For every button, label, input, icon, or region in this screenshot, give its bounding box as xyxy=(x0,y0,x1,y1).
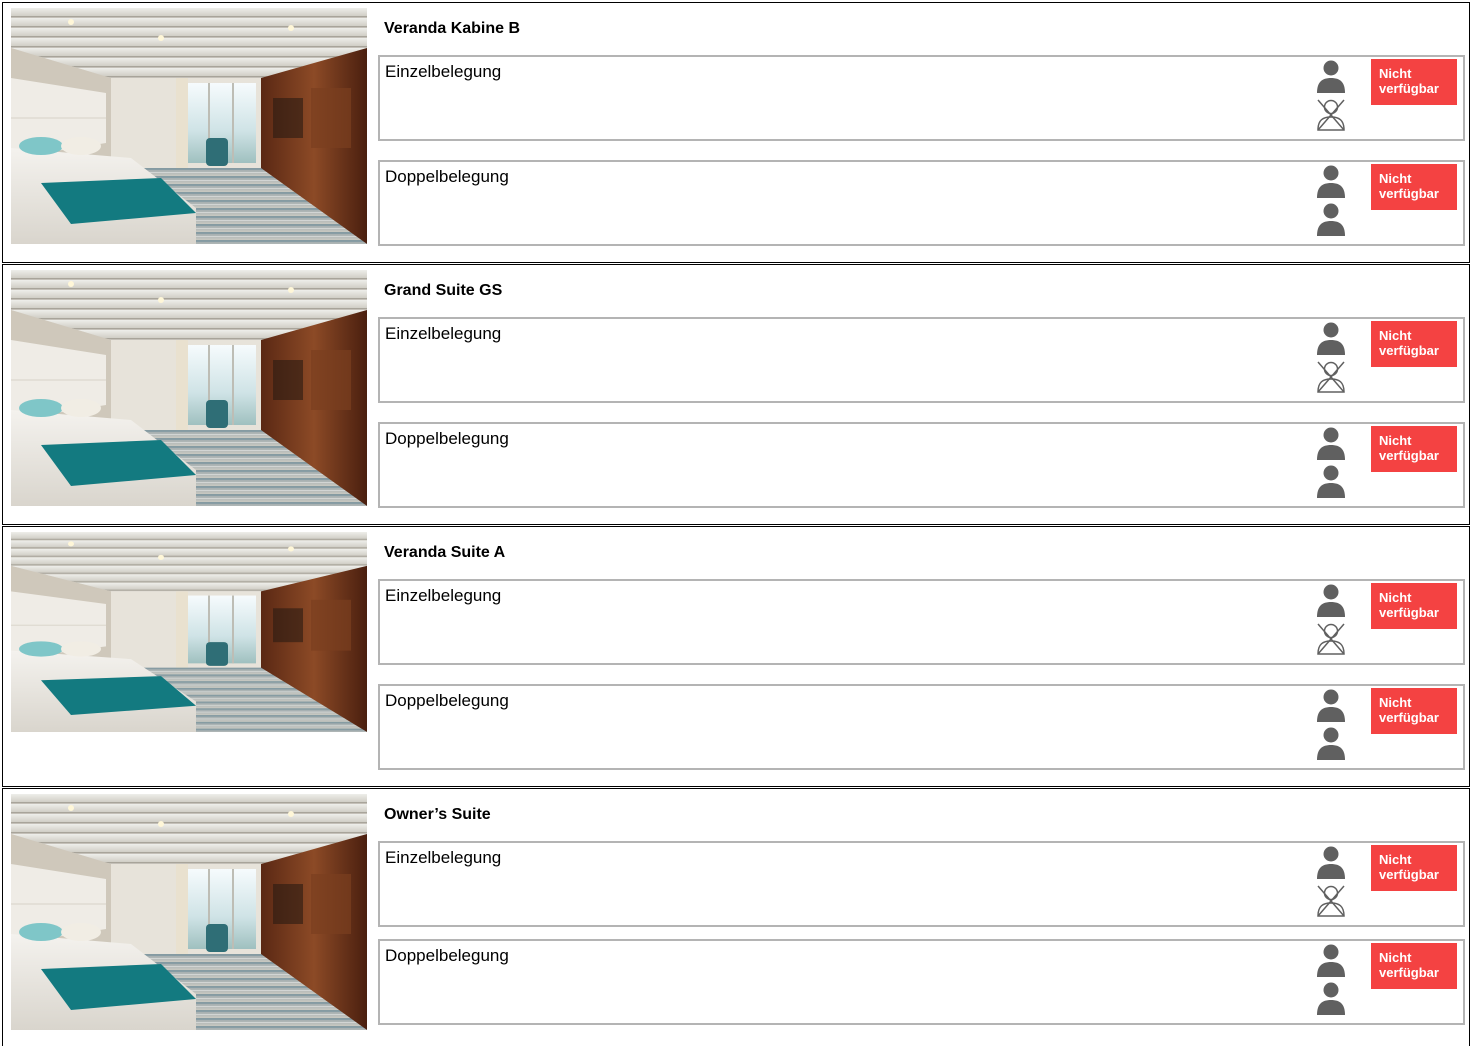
cabin-card: Owner’s Suite Einzelbelegung Nicht verfü… xyxy=(2,788,1470,1046)
cabin-card: Veranda Kabine B Einzelbelegung Nicht ve… xyxy=(2,2,1470,263)
cabin-photo[interactable] xyxy=(11,794,367,1030)
person-icon xyxy=(1316,427,1346,461)
status-badge: Nicht verfügbar xyxy=(1371,688,1457,734)
cabin-title: Veranda Suite A xyxy=(384,544,506,561)
status-badge: Nicht verfügbar xyxy=(1371,59,1457,105)
person-icon xyxy=(1316,727,1346,761)
occupancy-label: Einzelbelegung xyxy=(385,586,502,605)
occupancy-option-single[interactable]: Einzelbelegung Nicht verfügbar xyxy=(378,579,1465,665)
person-icon xyxy=(1316,60,1346,94)
cabin-card: Veranda Suite A Einzelbelegung Nicht ver… xyxy=(2,526,1470,787)
occupancy-label: Einzelbelegung xyxy=(385,324,502,343)
cabin-photo[interactable] xyxy=(11,270,367,506)
cabin-photo[interactable] xyxy=(11,8,367,244)
occupancy-label: Doppelbelegung xyxy=(385,691,509,710)
person-icon xyxy=(1316,944,1346,978)
status-badge: Nicht verfügbar xyxy=(1371,845,1457,891)
cabin-title: Grand Suite GS xyxy=(384,282,503,299)
status-badge: Nicht verfügbar xyxy=(1371,426,1457,472)
occupancy-label: Einzelbelegung xyxy=(385,62,502,81)
person-icon xyxy=(1316,584,1346,618)
status-badge: Nicht verfügbar xyxy=(1371,164,1457,210)
person-icon xyxy=(1316,689,1346,723)
no-person-icon xyxy=(1316,98,1346,132)
no-person-icon xyxy=(1316,360,1346,394)
cabin-title: Veranda Kabine B xyxy=(384,20,521,37)
cabin-title: Owner’s Suite xyxy=(384,806,491,823)
occupancy-label: Einzelbelegung xyxy=(385,848,502,867)
occupancy-label: Doppelbelegung xyxy=(385,946,509,965)
occupancy-label: Doppelbelegung xyxy=(385,429,509,448)
occupancy-option-single[interactable]: Einzelbelegung Nicht verfügbar xyxy=(378,317,1465,403)
status-badge: Nicht verfügbar xyxy=(1371,583,1457,629)
person-icon xyxy=(1316,846,1346,880)
occupancy-option-single[interactable]: Einzelbelegung Nicht verfügbar xyxy=(378,841,1465,927)
no-person-icon xyxy=(1316,622,1346,656)
occupancy-option-double[interactable]: Doppelbelegung Nicht verfügbar xyxy=(378,422,1465,508)
occupancy-option-double[interactable]: Doppelbelegung Nicht verfügbar xyxy=(378,939,1465,1025)
occupancy-option-single[interactable]: Einzelbelegung Nicht verfügbar xyxy=(378,55,1465,141)
occupancy-label: Doppelbelegung xyxy=(385,167,509,186)
occupancy-option-double[interactable]: Doppelbelegung Nicht verfügbar xyxy=(378,684,1465,770)
status-badge: Nicht verfügbar xyxy=(1371,321,1457,367)
cabin-photo[interactable] xyxy=(11,532,367,732)
no-person-icon xyxy=(1316,884,1346,918)
occupancy-option-double[interactable]: Doppelbelegung Nicht verfügbar xyxy=(378,160,1465,246)
person-icon xyxy=(1316,322,1346,356)
person-icon xyxy=(1316,165,1346,199)
person-icon xyxy=(1316,465,1346,499)
person-icon xyxy=(1316,203,1346,237)
status-badge: Nicht verfügbar xyxy=(1371,943,1457,989)
cabin-card: Grand Suite GS Einzelbelegung Nicht verf… xyxy=(2,264,1470,525)
person-icon xyxy=(1316,982,1346,1016)
